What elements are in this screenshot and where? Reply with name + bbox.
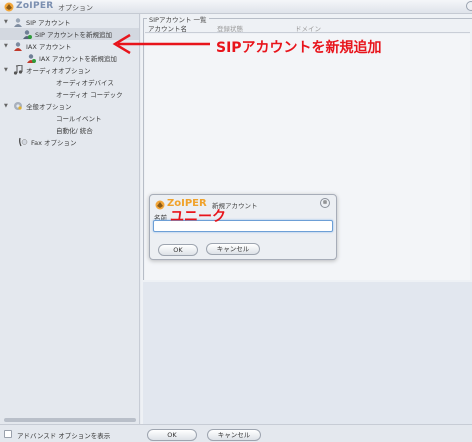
bottom-bar: アドバンスド オプションを表示 OK キャンセル xyxy=(0,424,472,442)
footer-cancel-button[interactable]: キャンセル xyxy=(207,429,261,441)
advanced-options-checkbox[interactable] xyxy=(4,430,12,438)
annotation-arrow xyxy=(112,33,210,55)
annotation-unique-label: ユニーク xyxy=(170,209,226,225)
advanced-options-label: アドバンスド オプションを表示 xyxy=(17,432,111,440)
footer-ok-button[interactable]: OK xyxy=(147,429,197,441)
annotation-add-sip-label: SIPアカウントを新規追加 xyxy=(216,40,382,56)
